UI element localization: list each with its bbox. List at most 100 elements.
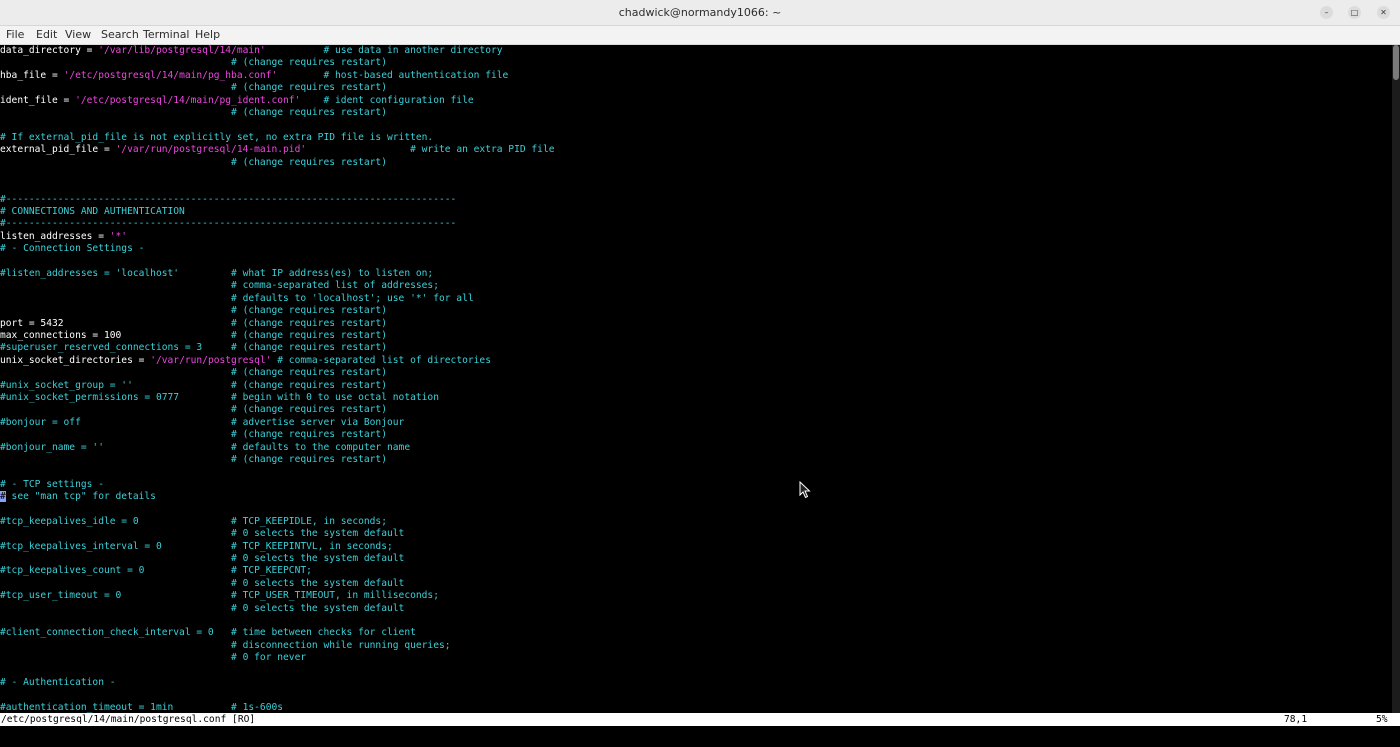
close-icon[interactable]: ✕ xyxy=(1377,6,1390,19)
text-line: # - Authentication - xyxy=(0,677,1392,689)
comment-text: # defaults to 'localhost'; use '*' for a… xyxy=(0,292,474,304)
comment-text: #bonjour = off # advertise server via Bo… xyxy=(0,416,405,428)
menu-view[interactable]: View xyxy=(65,26,91,44)
line-text: external_pid_file = xyxy=(0,144,116,156)
comment-text: # (change requires restart) xyxy=(0,106,387,118)
string-value: '/var/lib/postgresql/14/main' xyxy=(98,45,266,56)
text-line: #unix_socket_permissions = 0777 # begin … xyxy=(0,392,1392,404)
comment-text: #---------------------------------------… xyxy=(0,218,457,230)
comment-text: # comma-separated list of addresses; xyxy=(0,280,439,292)
text-line: #unix_socket_group = '' # (change requir… xyxy=(0,380,1392,392)
comment-text: # (change requires restart) xyxy=(0,429,387,441)
comment-text: # (change requires restart) xyxy=(0,305,387,317)
command-line[interactable] xyxy=(0,726,1400,747)
comment-text: # disconnection while running queries; xyxy=(0,639,451,651)
comment-text: # write an extra PID file xyxy=(306,144,555,156)
text-line: # - Connection Settings - xyxy=(0,243,1392,255)
line-text: unix_socket_directories = xyxy=(0,354,151,366)
text-line xyxy=(0,256,1392,268)
text-line xyxy=(0,169,1392,181)
minimize-icon[interactable]: – xyxy=(1320,6,1333,19)
menu-edit[interactable]: Edit xyxy=(36,26,57,44)
menu-search[interactable]: Search xyxy=(101,26,139,44)
text-line xyxy=(0,615,1392,627)
string-value: '/var/run/postgresql' xyxy=(150,354,272,366)
comment-text: #bonjour_name = '' # defaults to the com… xyxy=(0,441,411,453)
text-line: # see "man tcp" for details xyxy=(0,491,1392,503)
comment-text: # (change requires restart) xyxy=(0,367,387,379)
window-titlebar[interactable]: chadwick@normandy1066: ~ – □ ✕ xyxy=(0,0,1400,26)
line-text: ident_file = xyxy=(0,94,76,106)
comment-text: # (change requires restart) xyxy=(0,156,387,168)
text-line: hba_file = '/etc/postgresql/14/main/pg_h… xyxy=(0,70,1392,82)
text-line: #listen_addresses = 'localhost' # what I… xyxy=(0,268,1392,280)
comment-text: # use data in another directory xyxy=(265,45,503,56)
comment-text: #listen_addresses = 'localhost' # what I… xyxy=(0,268,434,280)
comment-text: #tcp_user_timeout = 0 # TCP_USER_TIMEOUT… xyxy=(0,590,439,602)
scrollbar[interactable] xyxy=(1392,45,1400,713)
comment-text: # 0 selects the system default xyxy=(0,577,405,589)
string-value: '/etc/postgresql/14/main/pg_hba.conf' xyxy=(63,69,278,81)
comment-text: #tcp_keepalives_idle = 0 # TCP_KEEPIDLE,… xyxy=(0,515,387,527)
text-line xyxy=(0,665,1392,677)
comment-text: # If external_pid_file is not explicitly… xyxy=(0,131,434,143)
comment-text: # 0 for never xyxy=(0,652,307,664)
text-line: # (change requires restart) xyxy=(0,107,1392,119)
comment-text: # 0 selects the system default xyxy=(0,602,405,614)
comment-text: # - Connection Settings - xyxy=(0,243,145,255)
maximize-icon[interactable]: □ xyxy=(1348,6,1361,19)
text-line xyxy=(0,503,1392,515)
text-line: #---------------------------------------… xyxy=(0,218,1392,230)
comment-text: # - Authentication - xyxy=(0,676,116,688)
text-line: # (change requires restart) xyxy=(0,305,1392,317)
menu-terminal[interactable]: Terminal xyxy=(143,26,190,44)
menu-help[interactable]: Help xyxy=(195,26,220,44)
comment-text: #unix_socket_group = '' # (change requir… xyxy=(0,379,387,391)
comment-text: # host-based authentication file xyxy=(277,69,509,81)
text-line: data_directory = '/var/lib/postgresql/14… xyxy=(0,45,1392,57)
text-line: external_pid_file = '/var/run/postgresql… xyxy=(0,144,1392,156)
text-line: #bonjour_name = '' # defaults to the com… xyxy=(0,442,1392,454)
line-text: data_directory = xyxy=(0,45,99,56)
comment-text: # (change requires restart) xyxy=(231,329,387,341)
text-line: # (change requires restart) xyxy=(0,57,1392,69)
text-line xyxy=(0,466,1392,478)
line-text: port = 5432 xyxy=(0,317,232,329)
vim-status-line: /etc/postgresql/14/main/postgresql.conf … xyxy=(0,713,1400,726)
terminal-viewport[interactable]: data_directory = '/var/lib/postgresql/14… xyxy=(0,45,1392,713)
text-line: # (change requires restart) xyxy=(0,157,1392,169)
text-line: # 0 selects the system default xyxy=(0,603,1392,615)
text-line: # (change requires restart) xyxy=(0,429,1392,441)
text-line: listen_addresses = '*' xyxy=(0,231,1392,243)
text-line: #bonjour = off # advertise server via Bo… xyxy=(0,417,1392,429)
comment-text: #tcp_keepalives_count = 0 # TCP_KEEPCNT; xyxy=(0,565,312,577)
mouse-pointer-icon xyxy=(799,481,811,499)
text-line: # (change requires restart) xyxy=(0,404,1392,416)
text-line: unix_socket_directories = '/var/run/post… xyxy=(0,355,1392,367)
text-line: # disconnection while running queries; xyxy=(0,640,1392,652)
menu-file[interactable]: File xyxy=(6,26,24,44)
text-line: # (change requires restart) xyxy=(0,82,1392,94)
comment-text: # (change requires restart) xyxy=(231,317,387,329)
window-title: chadwick@normandy1066: ~ xyxy=(618,6,782,19)
text-line: # comma-separated list of addresses; xyxy=(0,280,1392,292)
text-line: #tcp_user_timeout = 0 # TCP_USER_TIMEOUT… xyxy=(0,590,1392,602)
comment-text: # 0 selects the system default xyxy=(0,528,405,540)
text-line xyxy=(0,119,1392,131)
text-line: # 0 selects the system default xyxy=(0,528,1392,540)
string-value: '/etc/postgresql/14/main/pg_ident.conf' xyxy=(75,94,301,106)
text-line: # CONNECTIONS AND AUTHENTICATION xyxy=(0,206,1392,218)
comment-text: # (change requires restart) xyxy=(0,82,387,94)
comment-text: #---------------------------------------… xyxy=(0,193,457,205)
status-file-name: /etc/postgresql/14/main/postgresql.conf … xyxy=(1,714,256,725)
text-line: #authentication_timeout = 1min # 1s-600s xyxy=(0,702,1392,713)
text-line xyxy=(0,181,1392,193)
text-line: max_connections = 100 # (change requires… xyxy=(0,330,1392,342)
comment-text: # CONNECTIONS AND AUTHENTICATION xyxy=(0,206,185,218)
string-value: '/var/run/postgresql/14-main.pid' xyxy=(115,144,307,156)
text-line: # 0 selects the system default xyxy=(0,553,1392,565)
scrollbar-thumb[interactable] xyxy=(1393,45,1399,80)
status-cursor-position: 78,1 xyxy=(1284,714,1308,725)
comment-text: # (change requires restart) xyxy=(0,453,387,465)
text-line: # 0 selects the system default xyxy=(0,578,1392,590)
